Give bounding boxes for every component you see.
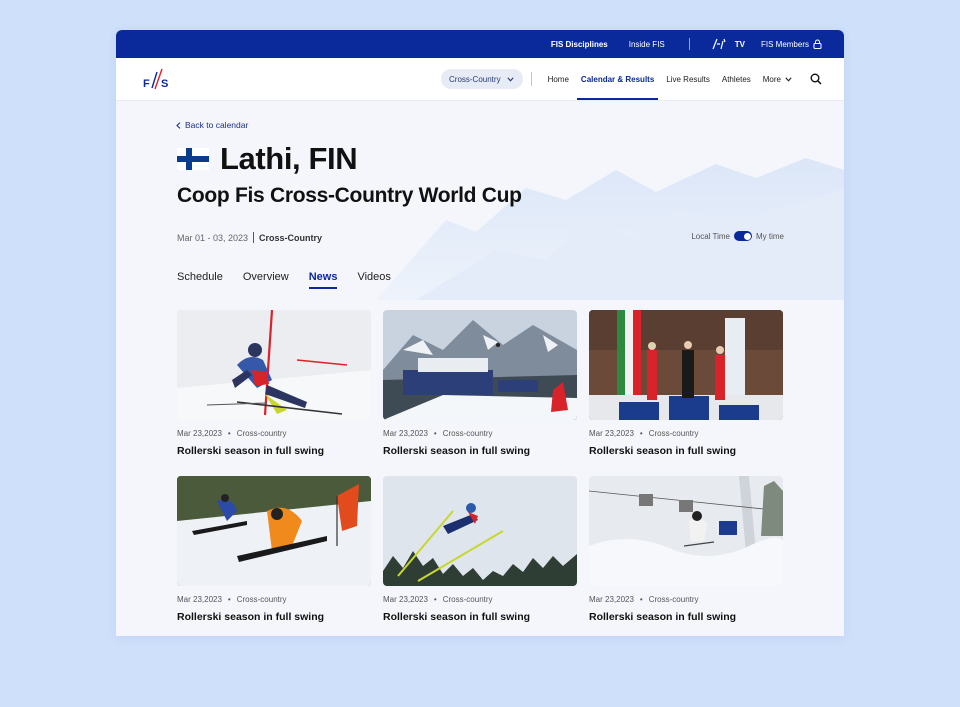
news-card-image [383, 476, 577, 586]
snowboard-cross-photo [177, 476, 371, 586]
topbar-divider [688, 38, 690, 50]
news-card-meta: Mar 23,2023 • Cross-country [383, 429, 493, 438]
news-card[interactable]: Mar 23,2023 • Cross-country Rollerski sea… [383, 476, 577, 623]
news-card-meta: Mar 23,2023 • Cross-country [177, 595, 287, 604]
news-card-title[interactable]: Rollerski season in full swing [383, 445, 577, 457]
tab-videos[interactable]: Videos [357, 271, 390, 289]
news-card-date: Mar 23,2023 [383, 595, 428, 604]
nav-divider [530, 72, 532, 86]
news-card[interactable]: Mar 23,2023 • Cross-country Rollerski sea… [589, 476, 783, 623]
nav-item-more[interactable]: More [763, 58, 792, 100]
main-nav: F S Cross-Country Home Calendar & Result… [116, 58, 844, 101]
discipline-select-value: Cross-Country [449, 74, 501, 84]
event-location-title: Lathi, FIN [220, 141, 358, 176]
news-card-date: Mar 23,2023 [177, 429, 222, 438]
tab-news[interactable]: News [308, 271, 338, 289]
news-card-category: Cross-country [648, 595, 699, 604]
lock-icon [813, 39, 822, 49]
news-card-meta: Mar 23,2023 • Cross-country [177, 429, 287, 438]
news-card-category: Cross-country [648, 429, 699, 438]
news-card-category: Cross-country [236, 595, 287, 604]
news-card-meta: Mar 23,2023 • Cross-country [383, 595, 493, 604]
search-button[interactable] [810, 73, 822, 85]
browser-window: FIS Disciplines Inside FIS TV FIS Member… [116, 30, 844, 636]
news-card-title[interactable]: Rollerski season in full swing [589, 611, 783, 623]
news-card-meta: Mar 23,2023 • Cross-country [589, 429, 699, 438]
svg-text:S: S [161, 78, 168, 90]
event-dates: Mar 01 - 03, 2023 [177, 232, 249, 243]
news-card[interactable]: Mar 23,2023 • Cross-country Rollerski sea… [589, 310, 783, 457]
fis-members-link[interactable]: FIS Members [761, 39, 822, 49]
mountain-venue-photo [383, 310, 577, 420]
chevron-down-icon [506, 76, 514, 82]
news-card-date: Mar 23,2023 [383, 429, 428, 438]
news-card[interactable]: Mar 23,2023 • Cross-country Rollerski sea… [177, 310, 371, 457]
news-card-date: Mar 23,2023 [589, 429, 634, 438]
fis-tv-label: TV [734, 39, 745, 49]
nav-item-more-label: More [762, 74, 781, 84]
inside-fis-link[interactable]: Inside FIS [629, 40, 665, 49]
chevron-left-icon [176, 121, 181, 129]
news-card-image [177, 310, 371, 420]
news-card-date: Mar 23,2023 [177, 595, 222, 604]
news-card-category: Cross-country [236, 429, 287, 438]
fis-tv-link[interactable]: TV [712, 38, 745, 50]
podium-ceremony-photo [589, 310, 783, 420]
news-card-title[interactable]: Rollerski season in full swing [383, 611, 577, 623]
news-card-image [589, 476, 783, 586]
back-to-calendar-link[interactable]: Back to calendar [176, 120, 248, 130]
nav-item-athletes[interactable]: Athletes [722, 58, 751, 100]
tab-schedule[interactable]: Schedule [177, 271, 223, 289]
slalom-skier-photo [177, 310, 371, 420]
my-time-label: My time [756, 231, 784, 241]
moguls-skier-photo [589, 476, 783, 586]
nav-item-home[interactable]: Home [548, 58, 569, 100]
finland-flag-icon [177, 148, 209, 170]
tab-overview[interactable]: Overview [243, 271, 289, 289]
event-discipline: Cross-Country [259, 232, 323, 243]
news-card-image [383, 310, 577, 420]
news-card-image [177, 476, 371, 586]
event-meta: Mar 01 - 03, 2023 Cross-Country [177, 232, 322, 243]
fis-logo-icon: F S [143, 68, 168, 90]
search-icon [810, 73, 822, 85]
ski-jumper-photo [383, 476, 577, 586]
news-card-title[interactable]: Rollerski season in full swing [177, 611, 371, 623]
nav-item-live-results[interactable]: Live Results [666, 58, 710, 100]
fis-disciplines-link[interactable]: FIS Disciplines [551, 40, 608, 49]
local-time-label: Local Time [691, 231, 730, 241]
fis-members-label: FIS Members [760, 39, 809, 49]
event-name: Coop Fis Cross-Country World Cup [177, 184, 522, 207]
time-toggle: Local Time My time [691, 231, 784, 241]
discipline-select[interactable]: Cross-Country [441, 69, 523, 89]
fis-logo[interactable]: F S [142, 67, 172, 96]
news-card-date: Mar 23,2023 [589, 595, 634, 604]
meta-divider [253, 232, 255, 243]
news-card-category: Cross-country [442, 595, 493, 604]
news-card-image [589, 310, 783, 420]
fis-tv-logo-icon [712, 38, 726, 50]
news-card-title[interactable]: Rollerski season in full swing [589, 445, 783, 457]
chevron-down-icon [785, 76, 792, 82]
news-card[interactable]: Mar 23,2023 • Cross-country Rollerski sea… [383, 310, 577, 457]
event-tabs: Schedule Overview News Videos [177, 271, 411, 289]
nav-item-calendar-results[interactable]: Calendar & Results [576, 58, 659, 100]
time-toggle-switch[interactable] [734, 231, 752, 241]
svg-text:F: F [143, 78, 150, 90]
news-card-title[interactable]: Rollerski season in full swing [177, 445, 371, 457]
top-bar: FIS Disciplines Inside FIS TV FIS Member… [116, 30, 844, 58]
back-to-calendar-label: Back to calendar [185, 120, 249, 130]
news-card-meta: Mar 23,2023 • Cross-country [589, 595, 699, 604]
news-card[interactable]: Mar 23,2023 • Cross-country Rollerski sea… [177, 476, 371, 623]
news-card-category: Cross-country [442, 429, 493, 438]
